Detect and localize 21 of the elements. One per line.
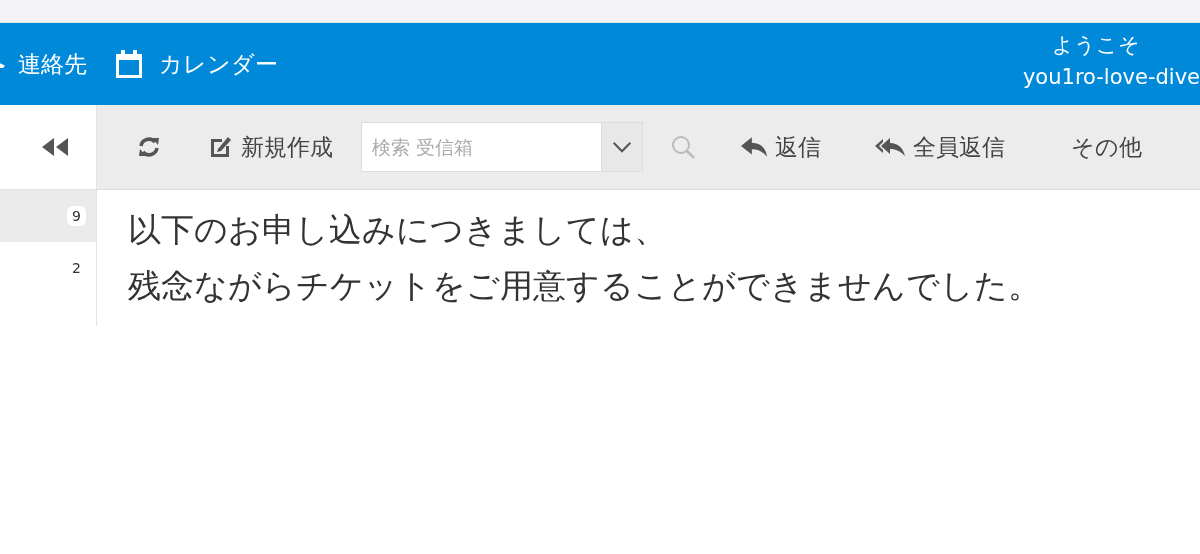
collapse-icon[interactable] — [42, 137, 70, 157]
folder-row[interactable]: 2 — [0, 242, 96, 294]
folder-row[interactable]: 9 — [0, 190, 96, 242]
compose-button[interactable]: 新規作成 — [207, 131, 333, 163]
more-button[interactable]: その他 — [1071, 131, 1142, 163]
user-name: you1ro-love-dive — [1022, 65, 1200, 89]
unread-count: 9 — [67, 206, 86, 226]
welcome-text: ようこそ — [1052, 32, 1140, 59]
nav-link[interactable]: カレンダー — [113, 48, 278, 80]
message-text: 以下のお申し込みにつきましては、 — [128, 209, 668, 251]
calendar-icon — [113, 48, 145, 80]
chevron-down-icon[interactable] — [601, 122, 643, 172]
search-field[interactable]: 検索 受信箱 — [361, 122, 601, 172]
reply-all-icon — [875, 135, 905, 159]
reply-all-button[interactable]: 全員返信 — [875, 131, 1005, 163]
reply-icon — [741, 135, 767, 159]
unread-count: 2 — [71, 259, 82, 278]
message-text: 残念ながらチケットをご用意することができませんでした。 — [128, 265, 1042, 307]
reply-button[interactable]: 返信 — [741, 131, 821, 163]
nav-link[interactable]: 連絡先 — [0, 48, 87, 80]
refresh-icon[interactable] — [137, 135, 161, 159]
